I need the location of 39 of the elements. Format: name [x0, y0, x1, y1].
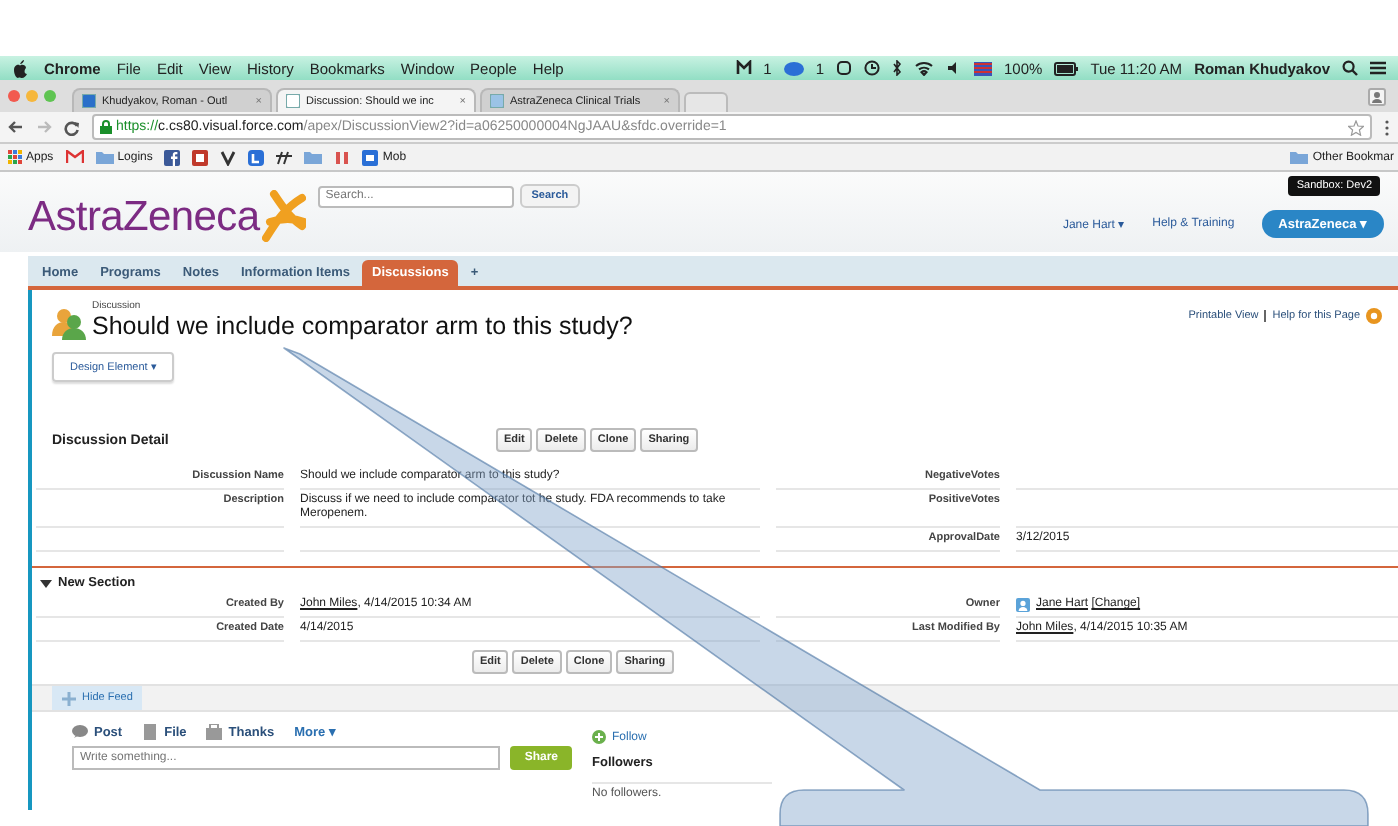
list-icon[interactable]: [1370, 60, 1386, 76]
speech-bubble-icon: [72, 724, 88, 740]
folder-icon: [95, 149, 114, 165]
clock-icon[interactable]: [864, 60, 880, 76]
caret-icon[interactable]: [40, 577, 52, 589]
reload-icon[interactable]: [64, 119, 80, 135]
back-icon[interactable]: [8, 120, 24, 134]
record-title: Should we include comparator arm to this study?: [92, 312, 633, 340]
star-icon[interactable]: [1348, 119, 1364, 135]
mail-icon[interactable]: [735, 60, 752, 76]
favicon-icon: [490, 94, 504, 108]
menu-icon[interactable]: [1384, 119, 1390, 135]
folder-icon: [1290, 149, 1309, 165]
flag-icon[interactable]: [974, 61, 992, 75]
window-icon[interactable]: [836, 60, 852, 76]
bookmark-icon[interactable]: [164, 149, 181, 165]
volume-icon[interactable]: [946, 60, 962, 76]
apple-icon[interactable]: [12, 59, 28, 77]
search-icon[interactable]: [1342, 60, 1358, 76]
bookmark-icon[interactable]: [248, 149, 265, 165]
logo-swirl-icon: [261, 190, 306, 242]
lock-icon: [100, 120, 112, 134]
favicon-icon: [82, 94, 96, 108]
mail-bookmark-icon[interactable]: [65, 150, 84, 164]
grid-icon: [8, 150, 22, 164]
plus-icon: [592, 730, 606, 744]
battery-icon[interactable]: [1054, 61, 1079, 75]
bookmark-icon[interactable]: [276, 149, 293, 165]
plus-icon: [62, 691, 76, 705]
bookmark-icon: [362, 149, 379, 165]
bluetooth-icon[interactable]: [892, 60, 902, 76]
profile-icon[interactable]: [1368, 87, 1386, 105]
favicon-icon: [286, 94, 300, 108]
company-logo: AstraZeneca: [28, 194, 260, 242]
gift-icon: [206, 724, 223, 740]
chat-icon[interactable]: [783, 61, 804, 75]
people-icon: [52, 306, 86, 340]
wifi-icon[interactable]: [914, 60, 934, 76]
document-icon: [142, 724, 159, 740]
